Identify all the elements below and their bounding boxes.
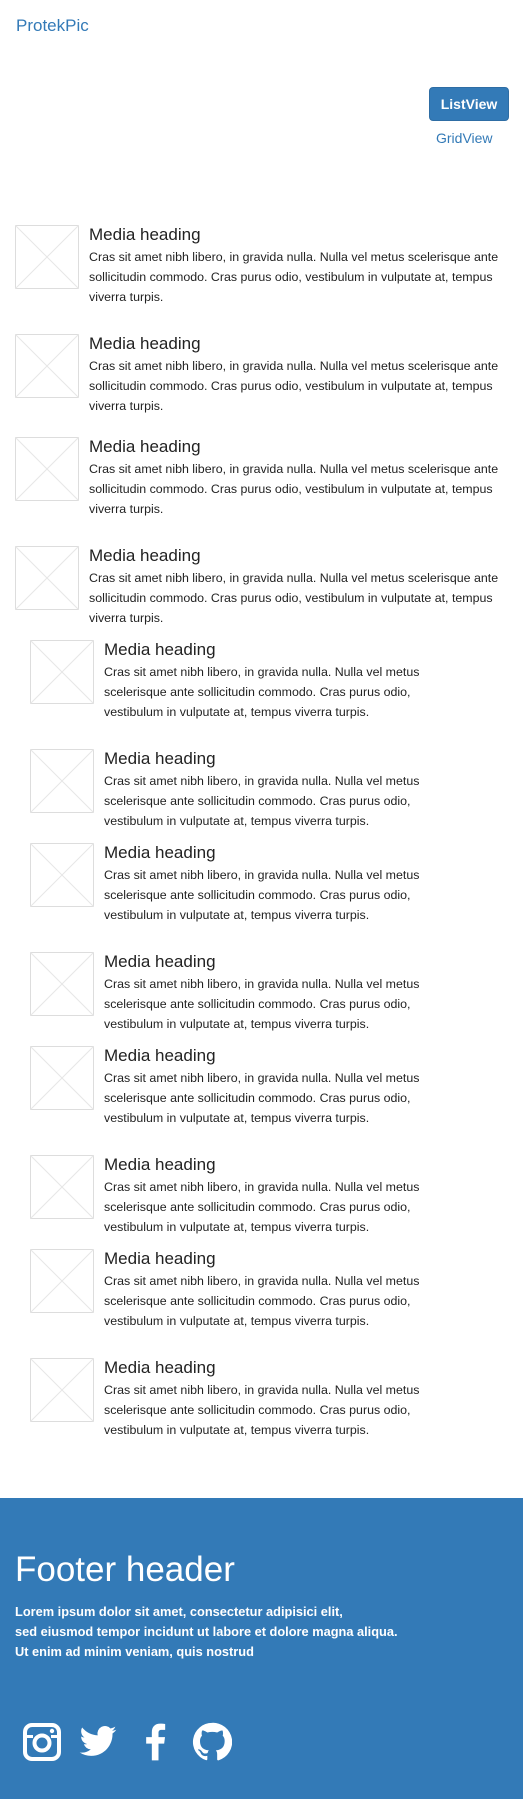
media-heading: Media heading: [104, 952, 216, 971]
media-text: Cras sit amet nibh libero, in gravida nu…: [104, 868, 420, 922]
media-heading: Media heading: [104, 1046, 216, 1065]
media-body: Media heading Cras sit amet nibh libero, …: [89, 334, 519, 416]
facebook-icon[interactable]: [136, 1722, 176, 1762]
media-text: Cras sit amet nibh libero, in gravida nu…: [89, 462, 499, 516]
media-heading: Media heading: [89, 546, 201, 565]
image-placeholder: [30, 1358, 94, 1422]
media-body: Media heading Cras sit amet nibh libero, …: [104, 640, 454, 722]
media-body: Media heading Cras sit amet nibh libero, …: [104, 1249, 454, 1331]
media-body: Media heading Cras sit amet nibh libero, …: [104, 843, 454, 925]
media-text: Cras sit amet nibh libero, in gravida nu…: [104, 1180, 420, 1234]
media-body: Media heading Cras sit amet nibh libero, …: [104, 952, 454, 1034]
media-text: Cras sit amet nibh libero, in gravida nu…: [104, 1071, 420, 1125]
media-heading: Media heading: [104, 1155, 216, 1174]
image-placeholder: [30, 749, 94, 813]
media-text: Cras sit amet nibh libero, in gravida nu…: [89, 571, 499, 625]
media-text: Cras sit amet nibh libero, in gravida nu…: [104, 1383, 420, 1437]
footer-line: sed eiusmod tempor incidunt ut labore et…: [15, 1624, 398, 1639]
image-placeholder: [30, 1155, 94, 1219]
footer-line: Lorem ipsum dolor sit amet, consectetur …: [15, 1604, 343, 1619]
image-placeholder: [30, 1046, 94, 1110]
footer: Footer header Lorem ipsum dolor sit amet…: [0, 1498, 523, 1799]
media-text: Cras sit amet nibh libero, in gravida nu…: [104, 774, 420, 828]
image-placeholder: [15, 225, 79, 289]
media-heading: Media heading: [104, 1358, 216, 1377]
media-body: Media heading Cras sit amet nibh libero, …: [104, 1046, 454, 1128]
media-body: Media heading Cras sit amet nibh libero, …: [89, 437, 519, 519]
footer-title: Footer header: [15, 1550, 235, 1589]
media-text: Cras sit amet nibh libero, in gravida nu…: [104, 1274, 420, 1328]
media-body: Media heading Cras sit amet nibh libero, …: [104, 749, 454, 831]
image-placeholder: [15, 546, 79, 610]
media-heading: Media heading: [104, 843, 216, 862]
media-text: Cras sit amet nibh libero, in gravida nu…: [104, 977, 420, 1031]
image-placeholder: [15, 334, 79, 398]
instagram-icon[interactable]: [22, 1722, 62, 1762]
list-view-button[interactable]: ListView: [429, 87, 509, 121]
media-body: Media heading Cras sit amet nibh libero, …: [104, 1155, 454, 1237]
image-placeholder: [15, 437, 79, 501]
media-heading: Media heading: [89, 437, 201, 456]
github-icon[interactable]: [192, 1722, 232, 1762]
media-text: Cras sit amet nibh libero, in gravida nu…: [89, 359, 499, 413]
media-heading: Media heading: [89, 334, 201, 353]
image-placeholder: [30, 952, 94, 1016]
media-heading: Media heading: [104, 1249, 216, 1268]
media-body: Media heading Cras sit amet nibh libero, …: [104, 1358, 454, 1440]
media-heading: Media heading: [104, 749, 216, 768]
twitter-icon[interactable]: [78, 1722, 118, 1762]
image-placeholder: [30, 640, 94, 704]
footer-text: Lorem ipsum dolor sit amet, consectetur …: [15, 1602, 495, 1662]
media-heading: Media heading: [89, 225, 201, 244]
image-placeholder: [30, 843, 94, 907]
media-body: Media heading Cras sit amet nibh libero, …: [89, 546, 519, 628]
footer-line: Ut enim ad minim veniam, quis nostrud: [15, 1644, 254, 1659]
media-text: Cras sit amet nibh libero, in gravida nu…: [89, 250, 499, 304]
media-text: Cras sit amet nibh libero, in gravida nu…: [104, 665, 420, 719]
brand-link[interactable]: ProtekPic: [16, 16, 89, 36]
grid-view-link[interactable]: GridView: [436, 130, 493, 146]
image-placeholder: [30, 1249, 94, 1313]
media-heading: Media heading: [104, 640, 216, 659]
media-body: Media heading Cras sit amet nibh libero, …: [89, 225, 519, 307]
